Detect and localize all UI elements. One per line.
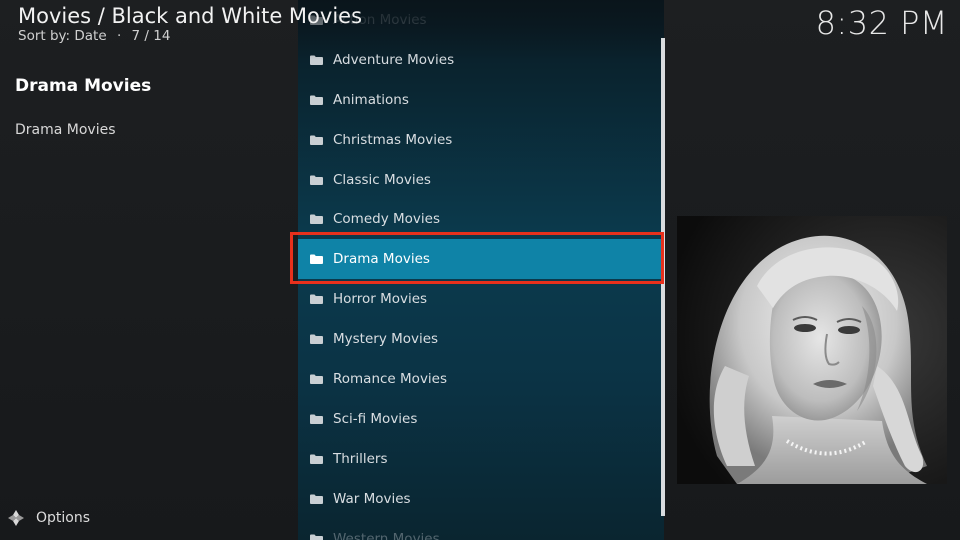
list-item-label: Animations: [333, 92, 409, 108]
list-item-label: Classic Movies: [333, 172, 431, 188]
options-label: Options: [36, 510, 91, 526]
list-item-label: Thrillers: [333, 451, 388, 467]
list-item-label: Drama Movies: [333, 251, 430, 267]
folder-icon: [310, 175, 323, 185]
options-button[interactable]: Options: [8, 510, 90, 526]
list-item-label: Western Movies: [333, 531, 440, 540]
folder-icon: [310, 55, 323, 65]
portrait-illustration: [677, 216, 947, 484]
scrollbar[interactable]: [661, 38, 665, 516]
folder-icon: [310, 414, 323, 424]
list-item[interactable]: Western Movies: [298, 519, 664, 540]
list-item[interactable]: Horror Movies: [298, 279, 664, 319]
list-item-label: War Movies: [333, 491, 411, 507]
list-item[interactable]: Christmas Movies: [298, 120, 664, 160]
options-icon: [8, 510, 24, 526]
folder-icon: [310, 374, 323, 384]
item-position: 7 / 14: [131, 28, 171, 44]
list-item[interactable]: Comedy Movies: [298, 199, 664, 239]
folder-icon: [310, 454, 323, 464]
folder-icon: [310, 254, 323, 264]
folder-icon: [310, 494, 323, 504]
list-item-label: Horror Movies: [333, 291, 428, 307]
list-item-label: Adventure Movies: [333, 52, 455, 68]
info-title: Drama Movies: [15, 76, 152, 96]
folder-icon: [310, 95, 323, 105]
folder-icon: [310, 534, 323, 540]
list-item[interactable]: War Movies: [298, 479, 664, 519]
list-item[interactable]: Thrillers: [298, 439, 664, 479]
list-item[interactable]: Animations: [298, 80, 664, 120]
breadcrumb: Movies / Black and White Movies: [18, 4, 363, 28]
list-item-label: Romance Movies: [333, 371, 448, 387]
sort-label: Sort by: Date: [18, 28, 107, 44]
poster-image: [677, 216, 947, 484]
folder-icon: [310, 334, 323, 344]
list-item[interactable]: Adventure Movies: [298, 40, 664, 80]
separator: ·: [116, 28, 122, 44]
folder-icon: [310, 135, 323, 145]
list-item[interactable]: Classic Movies: [298, 160, 664, 200]
list-item-label: Christmas Movies: [333, 132, 453, 148]
list-item-label: Mystery Movies: [333, 331, 439, 347]
clock: 8:32 PM: [815, 4, 948, 42]
folder-list[interactable]: Action Movies Adventure Movies Animation…: [298, 0, 664, 540]
kodi-screen: Action Movies Adventure Movies Animation…: [0, 0, 960, 540]
list-item[interactable]: Romance Movies: [298, 359, 664, 399]
folder-icon: [310, 214, 323, 224]
list-item-selected[interactable]: Drama Movies: [298, 239, 664, 279]
folder-icon: [310, 294, 323, 304]
list-item[interactable]: Sci-fi Movies: [298, 399, 664, 439]
list-item-label: Comedy Movies: [333, 211, 440, 227]
list-item-label: Sci-fi Movies: [333, 411, 418, 427]
info-label: Drama Movies: [15, 122, 116, 138]
sort-status[interactable]: Sort by: Date · 7 / 14: [18, 28, 170, 44]
list-item[interactable]: Mystery Movies: [298, 319, 664, 359]
